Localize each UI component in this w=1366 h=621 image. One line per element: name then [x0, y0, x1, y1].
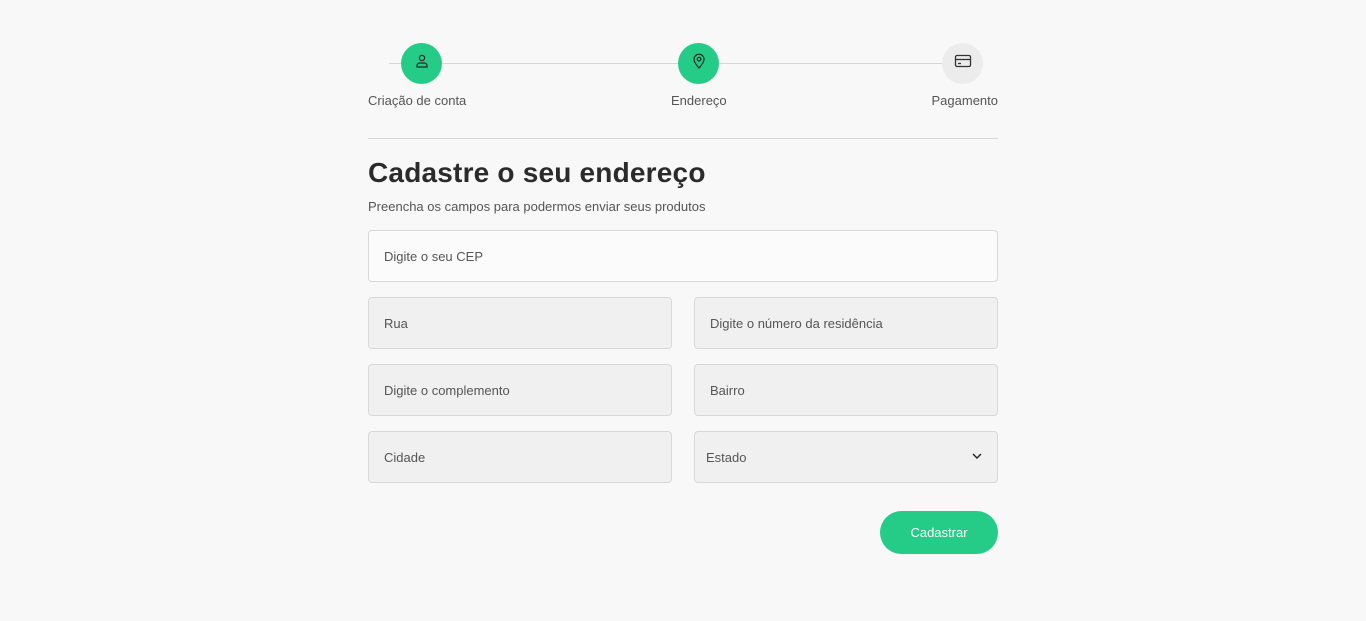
- credit-card-icon: [954, 53, 972, 74]
- step-circle-address: [678, 43, 720, 84]
- complement-neighborhood-row: [368, 364, 998, 416]
- step-address: Endereço: [671, 43, 727, 108]
- complement-input[interactable]: [384, 382, 671, 398]
- neighborhood-input[interactable]: [710, 382, 997, 398]
- state-select-value: Estado: [706, 449, 747, 465]
- neighborhood-field[interactable]: [694, 364, 998, 416]
- city-input[interactable]: [384, 449, 671, 465]
- progress-stepper: Criação de conta Endereço Pagamento: [368, 0, 998, 139]
- step-label-account: Criação de conta: [368, 93, 467, 108]
- step-circle-payment: [942, 43, 983, 84]
- state-select[interactable]: Estado: [694, 431, 998, 483]
- number-field[interactable]: [694, 297, 998, 349]
- submit-button[interactable]: Cadastrar: [880, 511, 998, 554]
- city-state-row: Estado: [368, 431, 998, 483]
- street-field[interactable]: [368, 297, 672, 349]
- step-label-payment: Pagamento: [931, 93, 999, 108]
- map-pin-icon: [691, 53, 707, 74]
- street-number-row: [368, 297, 998, 349]
- number-input[interactable]: [710, 315, 997, 331]
- step-payment: Pagamento: [931, 43, 999, 108]
- complement-field[interactable]: [368, 364, 672, 416]
- user-icon: [414, 53, 430, 74]
- signup-address-page: Criação de conta Endereço Pagamento Cada…: [368, 0, 998, 554]
- cep-field[interactable]: [368, 230, 998, 282]
- page-title: Cadastre o seu endereço: [368, 157, 706, 188]
- chevron-down-icon: [971, 450, 983, 465]
- step-account-creation: Criação de conta: [368, 43, 466, 108]
- city-field[interactable]: [368, 431, 672, 483]
- form-actions: Cadastrar: [368, 511, 998, 554]
- step-circle-account: [401, 43, 442, 84]
- cep-input[interactable]: [384, 248, 997, 264]
- step-label-address: Endereço: [671, 93, 727, 108]
- page-subtitle: Preencha os campos para podermos enviar …: [368, 199, 706, 214]
- street-input[interactable]: [384, 315, 671, 331]
